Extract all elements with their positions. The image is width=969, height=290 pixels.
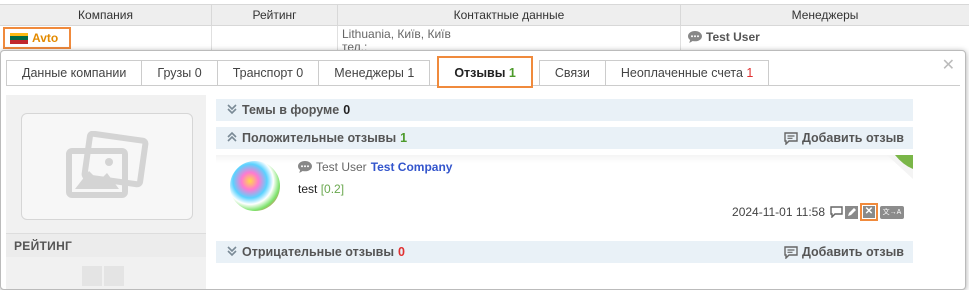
translate-icon[interactable]: 文→A	[880, 205, 904, 219]
tab-links[interactable]: Связи	[538, 60, 606, 85]
image-placeholder-icon	[66, 130, 149, 198]
company-photo-placeholder	[21, 113, 193, 220]
company-modal: ✕ Данные компании Грузы 0 Транспорт 0 Ме…	[0, 50, 966, 290]
tab-transport[interactable]: Транспорт 0	[216, 60, 320, 85]
add-review-label: Добавить отзыв	[801, 131, 904, 145]
header-company[interactable]: Компания	[0, 5, 212, 26]
avatar[interactable]	[230, 161, 280, 211]
chat-icon	[688, 31, 702, 43]
section-title: Положительные отзывы	[242, 131, 397, 145]
tab-bar: Данные компании Грузы 0 Транспорт 0 Мене…	[6, 56, 770, 88]
tab-label: Грузы	[157, 66, 192, 80]
table-header-row: Компания Рейтинг Контактные данные Менед…	[0, 4, 969, 26]
tab-count: 1	[407, 66, 415, 80]
delete-button[interactable]: ✕	[860, 203, 878, 221]
review-author-line: Test User Test Company	[298, 160, 452, 174]
company-sidebar: РЕЙТИНГ	[6, 95, 206, 289]
review-text: test [0.2]	[298, 182, 344, 196]
close-icon: ✕	[863, 206, 875, 218]
company-name[interactable]: Avto	[32, 31, 58, 45]
tab-reviews[interactable]: Отзывы 1	[437, 56, 533, 88]
manager-name[interactable]: Test User	[706, 30, 760, 44]
manager-link[interactable]: Test User	[688, 30, 760, 44]
section-title: Темы в форуме	[242, 103, 340, 117]
review-meta: 2024-11-01 11:58 ✕ 文→A	[732, 203, 904, 221]
double-chevron-down-icon	[226, 103, 238, 118]
positive-reviews-header[interactable]: Положительные отзывы 1 Добавить отзыв	[216, 127, 913, 149]
lithuania-flag-icon	[10, 32, 28, 44]
tab-count: 1	[746, 66, 754, 80]
tab-label: Данные компании	[22, 66, 127, 80]
add-negative-review-button[interactable]: Добавить отзыв	[784, 241, 904, 263]
tab-count: 0	[296, 66, 304, 80]
tab-label: Неоплаченные счета	[620, 66, 743, 80]
review-date: 2024-11-01 11:58	[732, 205, 825, 219]
tab-count: 1	[508, 66, 516, 80]
review-body: test	[298, 182, 318, 196]
tab-unpaid-invoices[interactable]: Неоплаченные счета 1	[604, 60, 770, 85]
section-title: Отрицательные отзывы	[242, 245, 394, 259]
tab-cargo[interactable]: Грузы 0	[141, 60, 218, 85]
tab-count: 0	[194, 66, 202, 80]
cell-company: Avto	[0, 26, 212, 50]
section-count: 0	[343, 103, 351, 117]
review-item: Test User Test Company test [0.2] 2024-1…	[216, 155, 913, 223]
header-managers: Менеджеры	[791, 8, 859, 22]
page-curl-decoration	[887, 155, 913, 179]
negative-reviews-header[interactable]: Отрицательные отзывы 0 Добавить отзыв	[216, 241, 913, 263]
table-row: Avto Lithuania, Київ, Київ тел.: Test Us…	[0, 26, 969, 54]
company-link[interactable]: Avto	[3, 27, 71, 49]
review-score: [0.2]	[320, 182, 345, 196]
cell-rating	[212, 26, 338, 50]
double-chevron-up-icon	[226, 131, 238, 146]
tab-company-data[interactable]: Данные компании	[6, 60, 143, 85]
header-rating[interactable]: Рейтинг	[212, 5, 338, 26]
tab-label: Менеджеры	[334, 66, 404, 80]
edit-icon[interactable]	[845, 205, 858, 219]
tab-label: Транспорт	[232, 66, 293, 80]
tab-label: Связи	[554, 66, 590, 80]
review-author[interactable]: Test User	[316, 160, 367, 174]
rating-star-placeholder	[82, 266, 102, 286]
comment-icon	[784, 245, 798, 259]
section-count: 0	[398, 245, 405, 259]
rating-star-placeholder	[104, 266, 124, 286]
comment-icon	[784, 131, 798, 145]
section-count: 1	[400, 131, 408, 145]
double-chevron-down-icon	[226, 245, 238, 260]
chat-icon	[298, 161, 312, 173]
rating-label: РЕЙТИНГ	[6, 233, 206, 257]
add-positive-review-button[interactable]: Добавить отзыв	[784, 127, 904, 149]
forum-section-header[interactable]: Темы в форуме 0	[216, 99, 913, 121]
close-icon[interactable]: ✕	[942, 55, 955, 75]
add-review-label: Добавить отзыв	[801, 245, 904, 259]
header-contacts: Контактные данные	[338, 5, 681, 26]
tab-label: Отзывы	[454, 66, 506, 80]
reply-icon[interactable]	[830, 206, 843, 219]
tab-managers[interactable]: Менеджеры 1	[318, 60, 431, 85]
review-author-company[interactable]: Test Company	[371, 160, 453, 174]
